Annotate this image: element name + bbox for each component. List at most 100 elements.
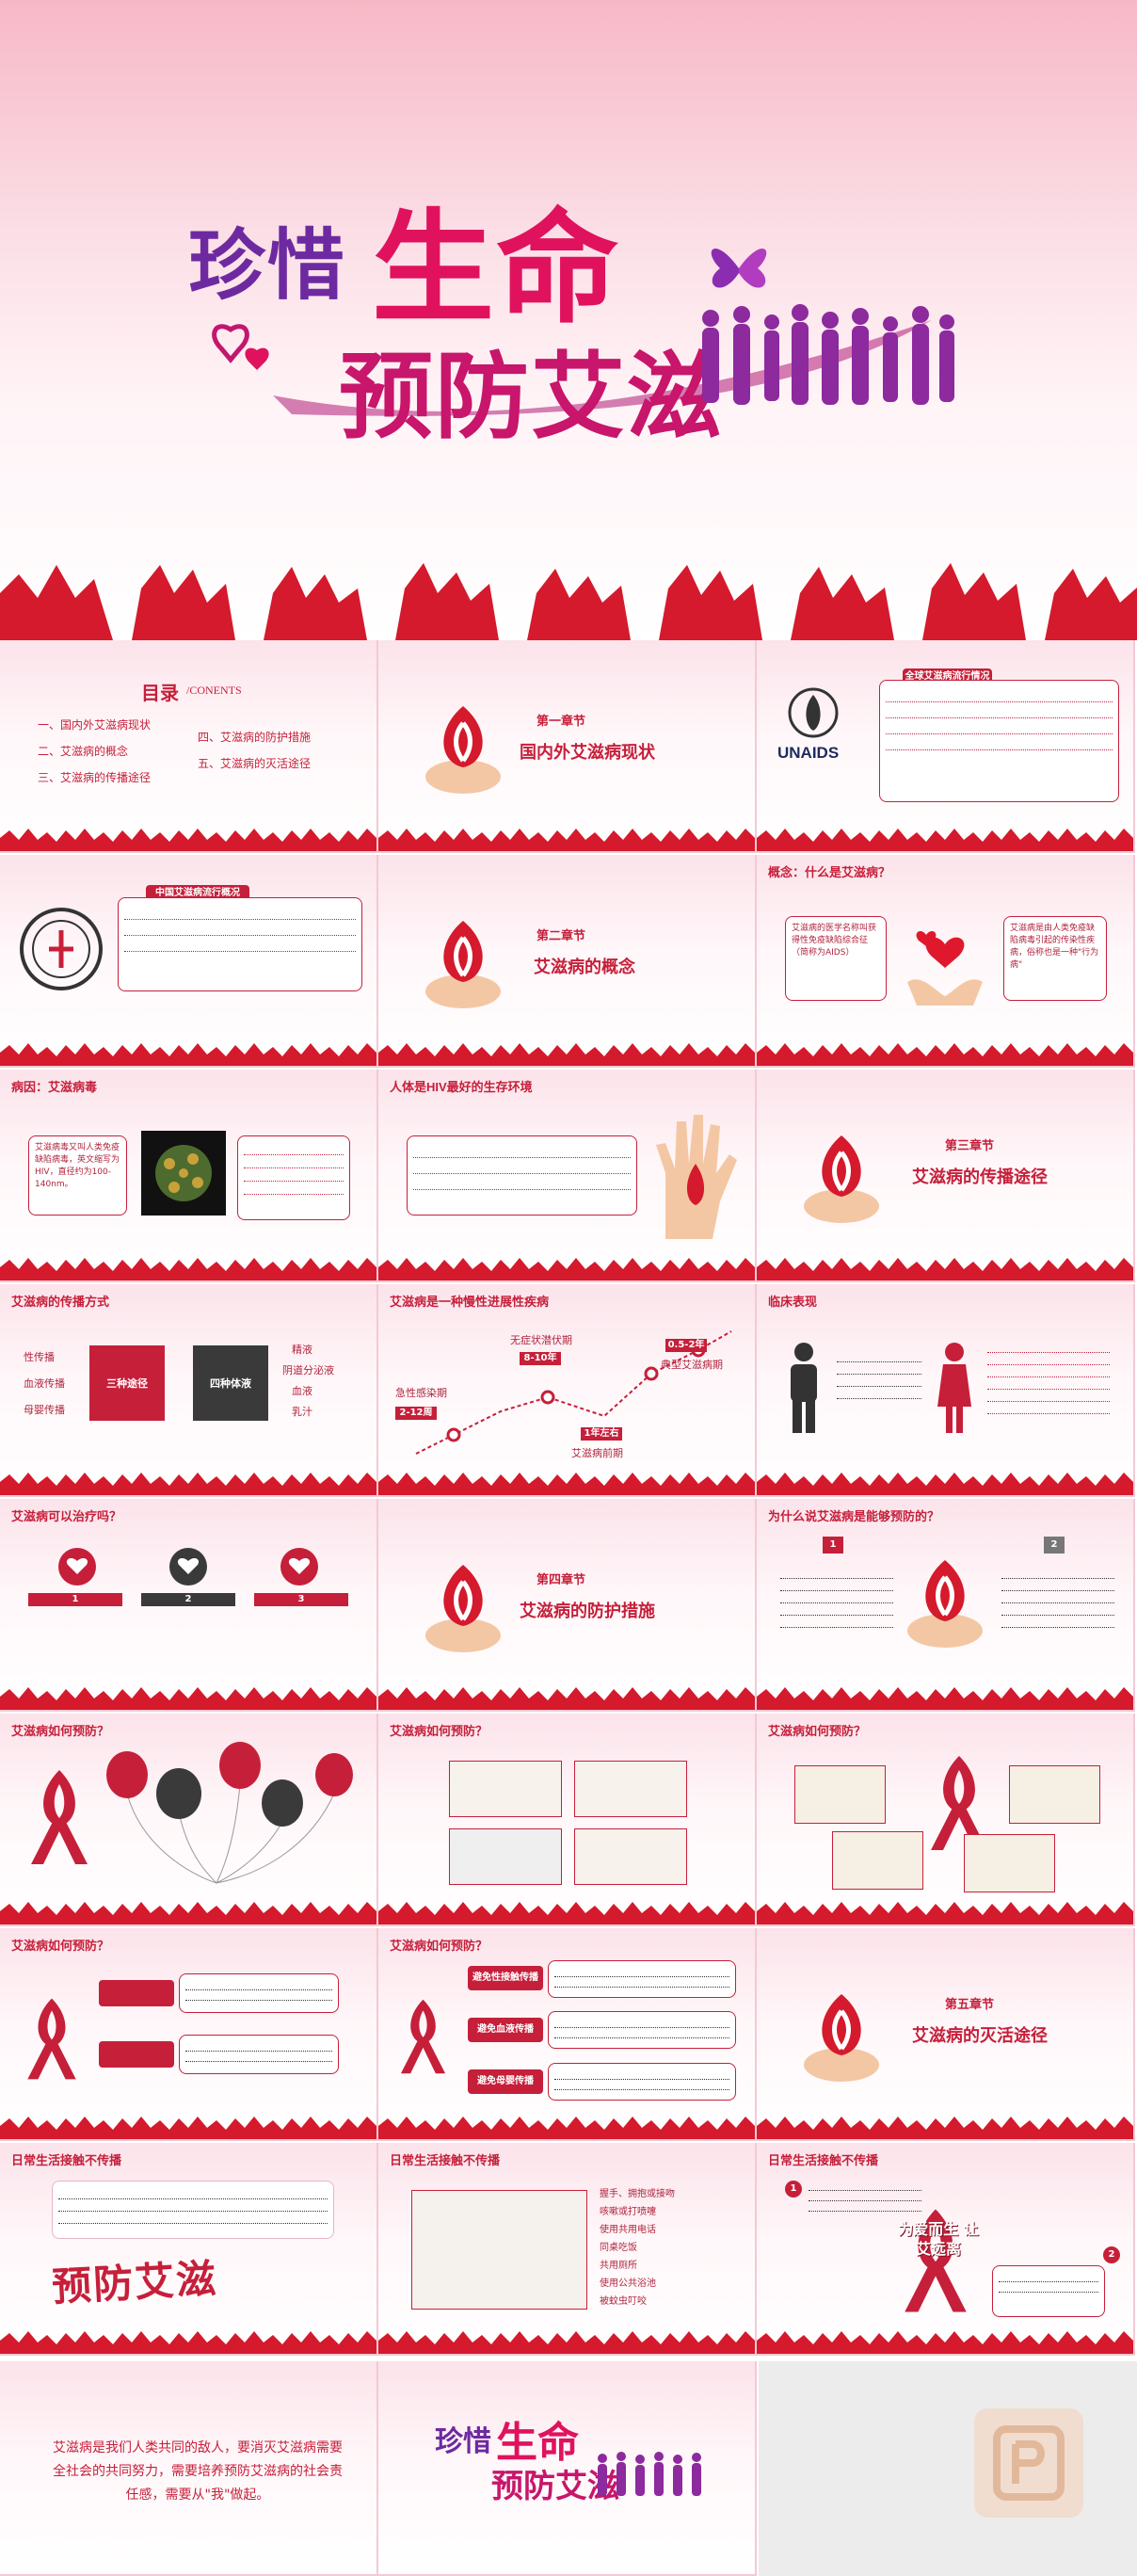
virus-image bbox=[141, 1131, 226, 1216]
red-hands-strip bbox=[0, 829, 376, 851]
toc-item-4[interactable]: 四、艾滋病的防护措施 bbox=[198, 730, 311, 746]
text-panel bbox=[118, 897, 362, 991]
fluid-milk: 乳汁 bbox=[292, 1406, 312, 1418]
slide-why-preventable[interactable]: 为什么说艾滋病是能够预防的？ 1 2 bbox=[757, 1499, 1135, 1712]
toc-item-3[interactable]: 三、艾滋病的传播途径 bbox=[38, 770, 151, 786]
route-sex: 性传播 bbox=[24, 1351, 55, 1363]
cartoon-image bbox=[449, 1761, 562, 1817]
slide-how-prevent-cartoons[interactable]: 艾滋病如何预防？ bbox=[378, 1714, 757, 1926]
slide-header: 概念：什么是艾滋病？ bbox=[768, 865, 891, 879]
slide-header: 为什么说艾滋病是能够预防的？ bbox=[768, 1509, 940, 1523]
red-ribbon-icon bbox=[31, 1770, 88, 1864]
slide-global-status[interactable]: UNAIDS 全球艾滋病流行情况 bbox=[757, 640, 1135, 853]
chapter-label: 第一章节 bbox=[536, 715, 586, 729]
cartoon-image bbox=[1009, 1765, 1100, 1824]
red-hands-strip bbox=[0, 1473, 376, 1495]
slide-chronic-disease[interactable]: 艾滋病是一种慢性进展性疾病 急性感染期 2-12周 无症状潜伏期 8-10年 艾… bbox=[378, 1284, 757, 1497]
heart-circle-icon bbox=[58, 1548, 96, 1586]
slide-concept[interactable]: 概念：什么是艾滋病？ 艾滋病的医学名称叫获得性免疫缺陷综合征（简称为AIDS） … bbox=[757, 855, 1135, 1068]
virus-right-box bbox=[237, 1135, 350, 1220]
slide-chapter-1[interactable]: 第一章节 国内外艾滋病现状 bbox=[378, 640, 757, 853]
safe-contact-item: 使用公共浴池 bbox=[600, 2278, 656, 2289]
red-hands-strip bbox=[757, 2117, 1133, 2139]
route-blood: 血液传播 bbox=[24, 1377, 65, 1390]
red-ribbon-icon bbox=[400, 1999, 446, 2074]
measure-mother-child-route: 避免母婴传播 bbox=[468, 2069, 543, 2094]
slide-transmission[interactable]: 艾滋病的传播方式 性传播 血液传播 母婴传播 三种途径 四种体液 精液 阴道分泌… bbox=[0, 1284, 378, 1497]
red-ribbon-icon bbox=[27, 1998, 76, 2080]
slide-end-cover[interactable]: 珍惜 生命 预防艾滋 bbox=[378, 2361, 757, 2576]
slide-chapter-5[interactable]: 第五章节 艾滋病的灭活途径 bbox=[757, 1928, 1135, 2141]
measure-blood-route: 避免血液传播 bbox=[468, 2018, 543, 2042]
red-hands-strip bbox=[757, 1687, 1133, 1710]
slide-china-status[interactable]: 中国艾滋病流行概况 bbox=[0, 855, 378, 1068]
slide-how-prevent-list-b[interactable]: 艾滋病如何预防？ 避免性接触传播 避免血液传播 避免母婴传播 bbox=[378, 1928, 757, 2141]
cdc-seal-icon bbox=[20, 908, 103, 990]
slide-chapter-3[interactable]: 第三章节 艾滋病的传播途径 bbox=[757, 1070, 1135, 1282]
red-ribbon-hands-icon bbox=[425, 1565, 501, 1652]
red-ribbon-hands-icon bbox=[425, 921, 501, 1008]
red-ribbon-hands-icon bbox=[804, 1994, 879, 2082]
campaign-slogan: 为爱而生 让艾远离 bbox=[898, 2220, 979, 2258]
chapter-label: 第五章节 bbox=[945, 1998, 995, 2012]
red-hands-strip bbox=[378, 2331, 755, 2354]
cartoon-image bbox=[832, 1831, 923, 1890]
slide-clinical[interactable]: 临床表现 bbox=[757, 1284, 1135, 1497]
butterfly-icon bbox=[711, 249, 767, 288]
slide-header: 艾滋病可以治疗吗？ bbox=[11, 1509, 122, 1523]
measure-text-box bbox=[548, 2011, 736, 2049]
slide-how-prevent-ribbon[interactable]: 艾滋病如何预防？ bbox=[757, 1714, 1135, 1926]
red-hands-strip bbox=[757, 2331, 1133, 2354]
safe-contact-item: 咳嗽或打喷嚏 bbox=[600, 2207, 656, 2217]
slide-header: 艾滋病如何预防？ bbox=[390, 1939, 488, 1953]
slide-how-prevent-list-a[interactable]: 艾滋病如何预防？ bbox=[0, 1928, 378, 2141]
chapter-title: 艾滋病的灭活途径 bbox=[912, 2026, 1048, 2046]
measure-tag bbox=[99, 1980, 174, 2006]
point-number-1: 1 bbox=[28, 1593, 122, 1606]
period-latent: 8-10年 bbox=[520, 1352, 561, 1365]
red-hands-strip bbox=[757, 1258, 1133, 1280]
fluid-blood: 血液 bbox=[292, 1385, 312, 1397]
safe-contact-item: 被蚊虫叮咬 bbox=[600, 2296, 647, 2307]
red-hands-strip bbox=[378, 1043, 755, 1066]
red-hands-strip bbox=[757, 1473, 1133, 1495]
measure-text-box bbox=[548, 1960, 736, 1998]
red-ribbon-hands-icon bbox=[907, 1560, 983, 1648]
slide-toc[interactable]: 目录 /CONENTS 一、国内外艾滋病现状 二、艾滋病的概念 三、艾滋病的传播… bbox=[0, 640, 378, 853]
slide-virus[interactable]: 病因：艾滋病毒 艾滋病毒又叫人类免疫缺陷病毒，英文缩写为HIV，直径约为100-… bbox=[0, 1070, 378, 1282]
red-hands-strip bbox=[0, 1043, 376, 1066]
heart-circle-icon bbox=[169, 1548, 207, 1586]
cover-slide[interactable]: 珍惜 生命 预防艾滋 bbox=[0, 0, 1137, 640]
slide-daily-contact-1[interactable]: 日常生活接触不传播 预防艾滋 bbox=[0, 2143, 378, 2356]
slide-chapter-2[interactable]: 第二章节 艾滋病的概念 bbox=[378, 855, 757, 1068]
fluid-vaginal: 阴道分泌液 bbox=[282, 1364, 334, 1377]
red-hands-strip bbox=[378, 1902, 755, 1924]
hands-hearts-icon bbox=[907, 930, 983, 1006]
hand-ribbon-icon bbox=[656, 1115, 737, 1239]
slide-chapter-4[interactable]: 第四章节 艾滋病的防护措施 bbox=[378, 1499, 757, 1712]
toc-item-5[interactable]: 五、艾滋病的灭活途径 bbox=[198, 756, 311, 772]
watermark-logo-icon bbox=[974, 2408, 1083, 2518]
safe-contact-item: 共用厕所 bbox=[600, 2261, 637, 2271]
period-typical-aids: 0.5-2年 bbox=[665, 1339, 707, 1352]
slide-body-environment[interactable]: 人体是HIV最好的生存环境 bbox=[378, 1070, 757, 1282]
cover-title-prevent-aids: 预防艾滋 bbox=[339, 342, 723, 452]
red-hands-strip bbox=[378, 1687, 755, 1710]
red-hands-decoration bbox=[0, 563, 1137, 640]
slide-closing-message[interactable]: 艾滋病是我们人类共同的敌人，要消灭艾滋病需要全社会的共同努力，需要培养预防艾滋病… bbox=[0, 2361, 378, 2576]
env-text-box bbox=[407, 1135, 637, 1216]
measure-tag bbox=[99, 2041, 174, 2068]
toc-heading-en: /CONENTS bbox=[186, 684, 242, 697]
red-hands-strip bbox=[378, 2117, 755, 2139]
heart-swirl-icon bbox=[212, 324, 269, 370]
slide-curable[interactable]: 艾滋病可以治疗吗？ 1 2 3 bbox=[0, 1499, 378, 1712]
toc-heading: 目录 bbox=[141, 682, 179, 704]
cartoon-image bbox=[574, 1761, 687, 1817]
slide-daily-contact-2[interactable]: 日常生活接触不传播 握手、拥抱或接吻 咳嗽或打喷嚏 使用共用电话 同桌吃饭 共用… bbox=[378, 2143, 757, 2356]
toc-item-1[interactable]: 一、国内外艾滋病现状 bbox=[38, 717, 151, 733]
slide-daily-contact-3[interactable]: 日常生活接触不传播 1 为爱而生 让艾远离 2 bbox=[757, 2143, 1135, 2356]
toc-item-2[interactable]: 二、艾滋病的概念 bbox=[38, 744, 128, 760]
slide-how-prevent-balloons[interactable]: 艾滋病如何预防？ bbox=[0, 1714, 378, 1926]
measure-text-box bbox=[179, 1973, 339, 2013]
period-pre-aids: 1年左右 bbox=[581, 1427, 622, 1441]
